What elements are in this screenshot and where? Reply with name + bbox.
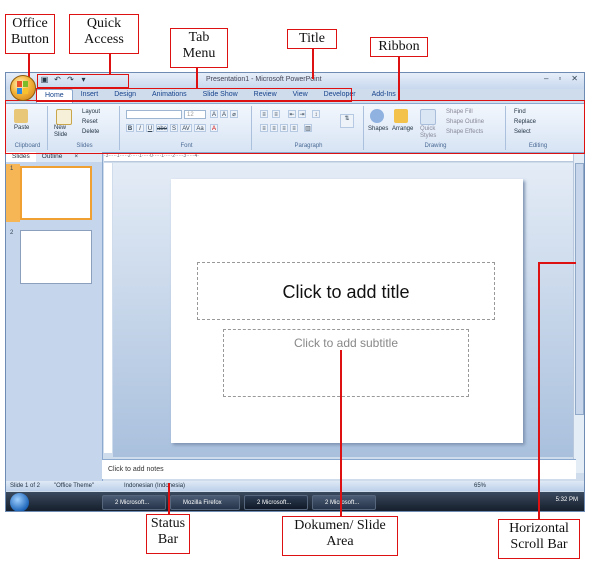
connector-line [196,68,198,88]
maximize-button[interactable]: ▫ [558,74,561,83]
connector-line [312,49,314,79]
slides-panel: Slides Outline × 1 2 [6,152,103,482]
window-title: Presentation1 - Microsoft PowerPoint [206,76,322,83]
slide-canvas[interactable]: Click to add title Click to add subtitle [171,179,523,443]
slide-thumbnail[interactable] [20,166,92,220]
title-annotation: Title [287,29,337,49]
office-logo-icon [17,81,29,94]
connector-line [538,262,576,264]
window-controls: – ▫ ✕ [544,74,578,83]
quick-access-annotation: Quick Access [69,14,139,54]
taskbar-item[interactable]: 2 Microsoft... [312,495,376,510]
office-button[interactable] [10,75,36,101]
connector-line [109,54,111,74]
taskbar-item[interactable]: 2 Microsoft... [102,495,166,510]
theme-name: "Office Theme" [54,483,95,489]
quick-access-highlight [37,74,129,88]
vertical-scrollbar[interactable] [573,153,584,473]
connector-line [538,262,540,519]
slide-thumbnail[interactable] [20,230,92,284]
minimize-button[interactable]: – [544,74,548,83]
start-button[interactable] [10,493,29,511]
status-bar-annotation: Status Bar [146,514,190,554]
subtitle-placeholder[interactable]: Click to add subtitle [223,329,469,397]
slide-area-annotation: Dokumen/ Slide Area [282,516,398,556]
horizontal-ruler: ·3·····1·····2·····1·····0·····1·····2··… [104,153,574,162]
taskbar-item[interactable]: 2 Microsoft... [244,495,308,510]
title-placeholder[interactable]: Click to add title [197,262,495,320]
office-button-annotation: Office Button [5,14,55,54]
taskbar-item[interactable]: Mozilla Firefox [170,495,240,510]
zoom-level[interactable]: 65% [474,481,486,491]
slide-workspace: Click to add title Click to add subtitle [113,163,573,457]
scroll-thumb[interactable] [575,163,584,415]
slide-number: 1 [10,166,14,172]
ribbon-annotation: Ribbon [370,37,428,57]
slide-number: 2 [10,230,14,236]
language-indicator[interactable]: Indonesian (Indonesia) [124,481,185,491]
connector-line [398,57,400,100]
selected-slide-marker [6,164,20,222]
close-button[interactable]: ✕ [571,74,578,83]
notes-pane[interactable]: Click to add notes [102,459,576,479]
scroll-bar-annotation: Horizontal Scroll Bar [498,519,580,559]
connector-line [340,350,342,516]
tab-menu-annotation: Tab Menu [170,28,228,68]
ribbon-highlight [5,100,585,154]
connector-line [168,483,170,514]
clock: 5:32 PM [555,497,578,503]
slide-counter: Slide 1 of 2 [10,483,41,489]
vertical-ruler [104,163,112,453]
status-bar: Slide 1 of 2 "Office Theme" Indonesian (… [6,481,584,491]
windows-taskbar: 2 Microsoft... Mozilla Firefox 2 Microso… [6,492,584,511]
